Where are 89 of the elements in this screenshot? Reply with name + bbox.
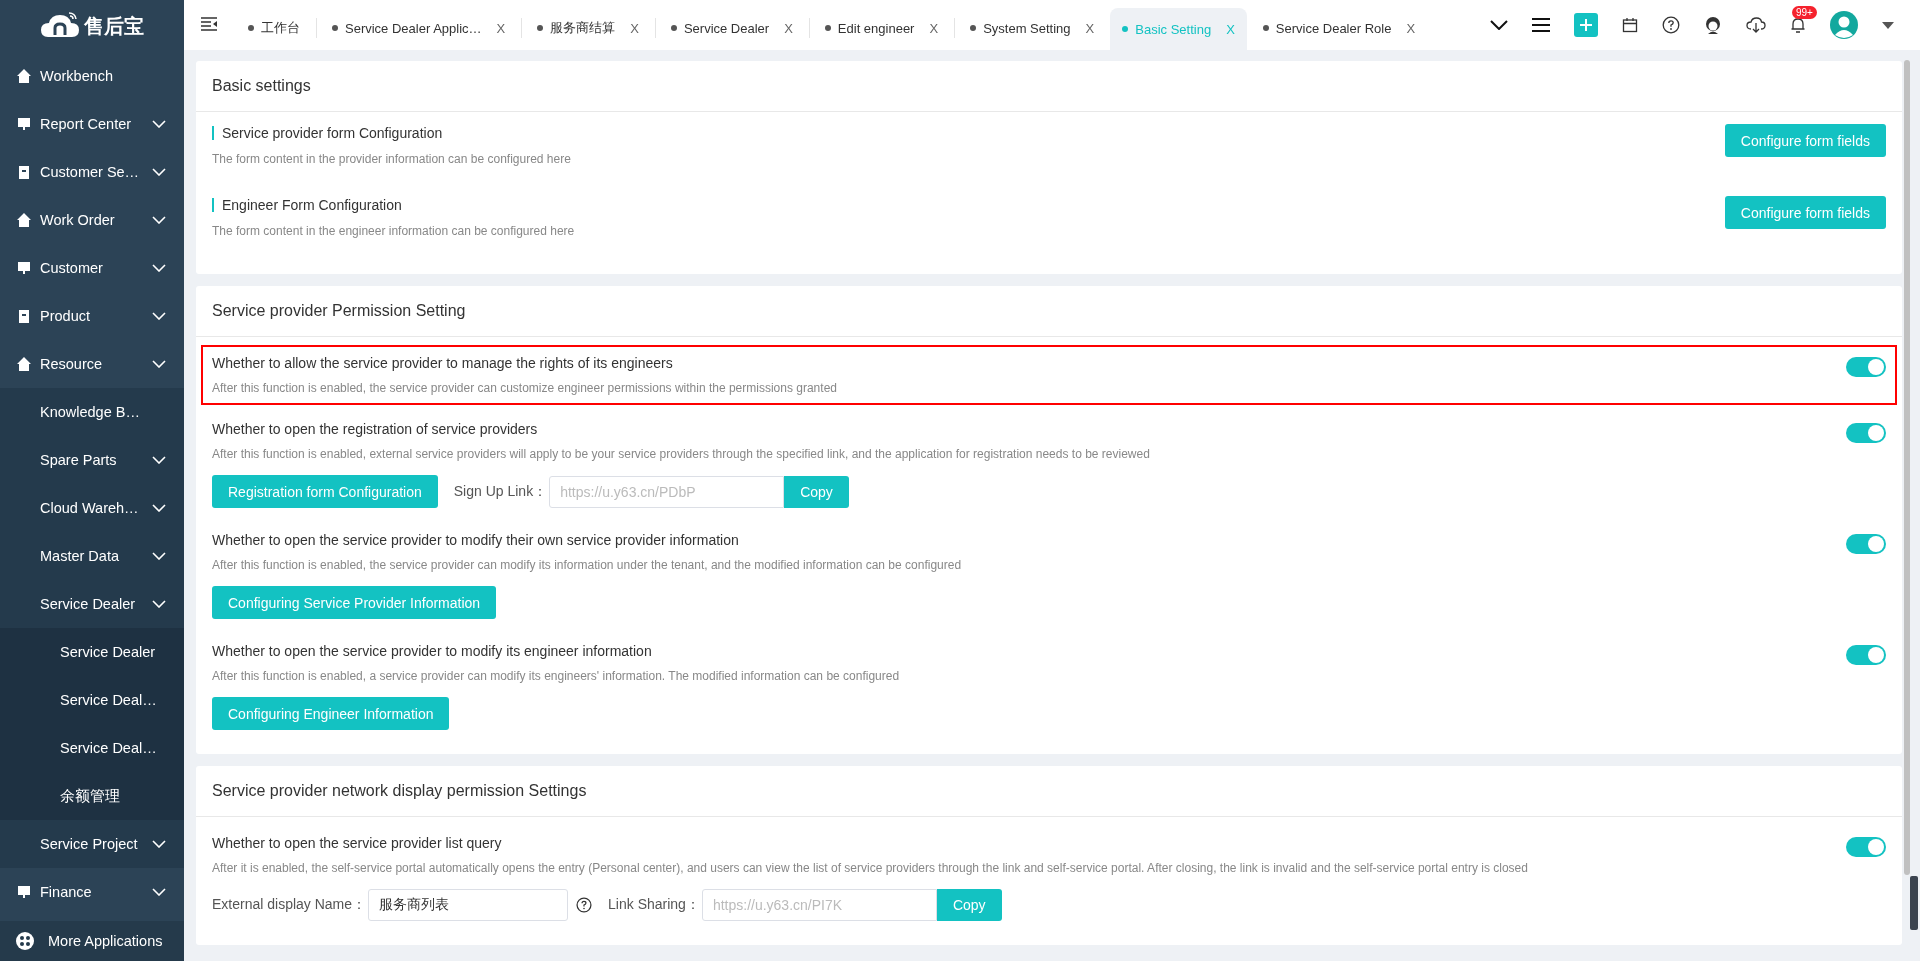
chevron-down-icon [152, 600, 166, 608]
section-heading: Service provider form Configuration [212, 126, 571, 140]
chevron-down-icon [152, 360, 166, 368]
menu-icon [16, 884, 32, 900]
field-label: External display Name： [212, 896, 367, 914]
scrollbar-thumb[interactable] [1904, 60, 1910, 875]
field-label: Sign Up Link： [453, 482, 548, 501]
menu-item[interactable]: Service Dealer [0, 628, 184, 676]
more-applications-button[interactable]: More Applications [0, 921, 184, 961]
menu-item[interactable]: Finance [0, 868, 184, 916]
setting-title: Whether to open the service provider list query [212, 835, 503, 851]
chevron-down-icon [152, 456, 166, 464]
toggle-switch[interactable] [1846, 837, 1886, 857]
chevron-down-icon [152, 120, 166, 128]
caret-down-icon[interactable] [1882, 21, 1894, 29]
menu-icon [16, 116, 32, 132]
avatar-icon[interactable] [1830, 11, 1858, 39]
menu-icon [16, 164, 32, 180]
menu-item[interactable]: Customer Se… [0, 148, 184, 196]
description: After this function is enabled, a service provider can modify its engineers' information. The modified information can be configured [212, 669, 900, 683]
menu-item[interactable]: Service Project [0, 820, 184, 868]
description: After this function is enabled, the service provider can modify its information under the tenant, and the modified information can be configured [212, 558, 962, 572]
menu-icon [16, 260, 32, 276]
chevron-down-icon [152, 888, 166, 896]
tab[interactable]: Edit engineer X [808, 8, 955, 48]
cloud-download-icon[interactable] [1746, 17, 1766, 33]
chevron-down-icon [152, 840, 166, 848]
menu-item[interactable]: Knowledge B… [0, 388, 184, 436]
menu-icon [16, 68, 32, 84]
menu-item[interactable]: Service Dealer [0, 580, 184, 628]
chevron-down-icon [152, 312, 166, 320]
description: The form content in the provider information can be configured here [212, 152, 571, 166]
card-title: Service provider network display permission Settings [196, 766, 1902, 817]
name-input-field[interactable]: 服务商列表 [368, 889, 569, 921]
toggle-switch[interactable] [1846, 534, 1886, 554]
chevron-down-icon [152, 552, 166, 560]
link-input-field[interactable]: https://u.y63.cn/PDbP [549, 475, 785, 508]
setting-title: Whether to open the service provider to modify its engineer information [212, 643, 653, 659]
field-label: Link Sharing： [608, 896, 700, 914]
description: After it is enabled, the self-service portal automatically opens the entry (Personal center), and users can view the list of service providers through the link and self-service portal. After closing, the link is invalid and the self-service portal entry is closed [212, 861, 1528, 875]
menu-item[interactable]: Workbench [0, 52, 184, 100]
menu-icon [16, 212, 32, 228]
help-icon[interactable] [576, 897, 593, 913]
menu-item[interactable]: Work Order [0, 196, 184, 244]
tab[interactable]: 服务商结算 X [521, 8, 655, 48]
chevron-down-icon [152, 504, 166, 512]
toggle-switch[interactable] [1846, 423, 1886, 443]
tab[interactable]: Service Dealer X [654, 8, 809, 48]
menu-item[interactable]: Customer [0, 244, 184, 292]
menu-item[interactable]: Service Deal… [0, 724, 184, 772]
help-icon[interactable] [1662, 16, 1680, 34]
menu-item[interactable]: Product [0, 292, 184, 340]
bell-icon[interactable] [1790, 16, 1806, 34]
chevron-down-icon [152, 264, 166, 272]
calendar-icon[interactable] [1622, 17, 1638, 33]
setting-title: Whether to allow the service provider to manage the rights of its engineers [212, 355, 674, 371]
card-title: Service provider Permission Setting [196, 286, 1902, 337]
section-heading: Engineer Form Configuration [212, 198, 575, 212]
menu-item[interactable]: Cloud Wareh… [0, 484, 184, 532]
menu-icon [16, 308, 32, 324]
toggle-switch[interactable] [1846, 357, 1886, 377]
link-input-field[interactable]: https://u.y63.cn/PI7K [701, 889, 937, 921]
notification-badge: 99+ [1792, 6, 1817, 19]
chevron-down-icon [152, 168, 166, 176]
chevron-down-icon[interactable] [1490, 20, 1508, 30]
description: After this function is enabled, the service provider can customize engineer permissions within the permissions granted [212, 381, 837, 395]
headset-user-icon[interactable] [1704, 16, 1722, 34]
tab[interactable]: System Setting X [954, 8, 1111, 48]
description: After this function is enabled, external service providers will apply to be your service providers through the specified link, and the application for registration needs to be reviewed [212, 447, 1150, 461]
tab[interactable]: Service Dealer Role X [1246, 8, 1432, 48]
menu-item[interactable]: Resource [0, 340, 184, 388]
setting-title: Whether to open the registration of service providers [212, 421, 539, 437]
card-title: Basic settings [196, 61, 1902, 112]
menu-icon [16, 356, 32, 372]
description: The form content in the engineer information can be configured here [212, 224, 575, 238]
menu-item[interactable]: Report Center [0, 100, 184, 148]
menu-collapse-icon[interactable] [200, 16, 218, 32]
menu-icon[interactable] [1532, 18, 1550, 32]
toggle-switch[interactable] [1846, 645, 1886, 665]
menu-item[interactable]: Master Data [0, 532, 184, 580]
tab[interactable]: Service Dealer Applic… X [316, 8, 522, 48]
tab[interactable]: 工作台 [232, 8, 316, 48]
menu-item[interactable]: 余额管理 [0, 772, 184, 820]
menu-item[interactable]: Spare Parts [0, 436, 184, 484]
logo-text: 售后宝 [84, 13, 144, 39]
apps-icon [16, 932, 34, 950]
menu-item[interactable]: Service Deal… [0, 676, 184, 724]
setting-title: Whether to open the service provider to modify their own service provider information [212, 532, 740, 548]
chevron-down-icon [152, 216, 166, 224]
